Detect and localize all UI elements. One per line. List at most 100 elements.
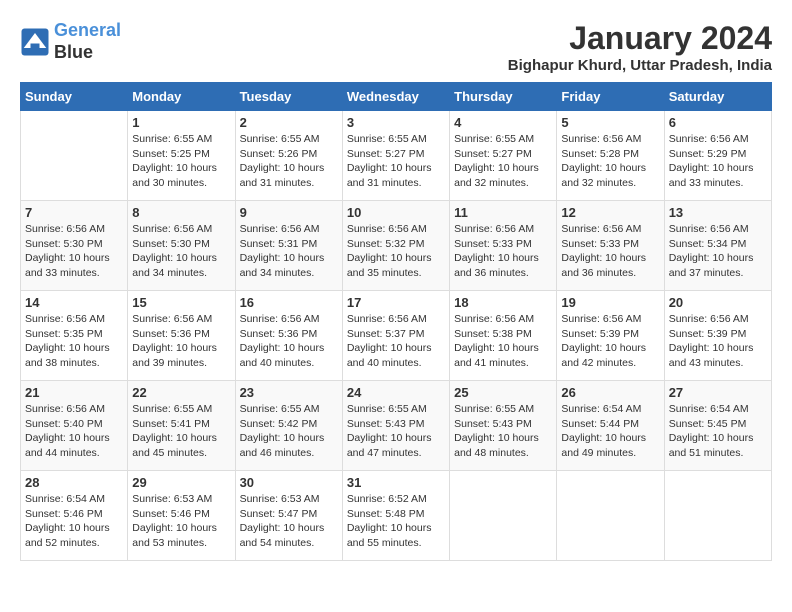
calendar-cell xyxy=(557,471,664,561)
day-number: 21 xyxy=(25,385,123,400)
day-info: Sunrise: 6:56 AM Sunset: 5:36 PM Dayligh… xyxy=(132,312,230,371)
day-info: Sunrise: 6:55 AM Sunset: 5:42 PM Dayligh… xyxy=(240,402,338,461)
day-info: Sunrise: 6:56 AM Sunset: 5:28 PM Dayligh… xyxy=(561,132,659,191)
main-title: January 2024 xyxy=(508,20,772,57)
day-number: 13 xyxy=(669,205,767,220)
header: GeneralBlue January 2024 Bighapur Khurd,… xyxy=(20,20,772,74)
day-number: 19 xyxy=(561,295,659,310)
calendar-cell: 26 Sunrise: 6:54 AM Sunset: 5:44 PM Dayli… xyxy=(557,381,664,471)
day-number: 4 xyxy=(454,115,552,130)
calendar-cell: 11Sunrise: 6:56 AM Sunset: 5:33 PM Dayli… xyxy=(450,201,557,291)
calendar-cell: 28 Sunrise: 6:54 AM Sunset: 5:46 PM Dayli… xyxy=(21,471,128,561)
calendar-cell: 18Sunrise: 6:56 AM Sunset: 5:38 PM Dayli… xyxy=(450,291,557,381)
day-number: 14 xyxy=(25,295,123,310)
calendar-cell: 29Sunrise: 6:53 AM Sunset: 5:46 PM Dayli… xyxy=(128,471,235,561)
day-number: 20 xyxy=(669,295,767,310)
day-number: 23 xyxy=(240,385,338,400)
day-info: Sunrise: 6:56 AM Sunset: 5:33 PM Dayligh… xyxy=(454,222,552,281)
day-number: 18 xyxy=(454,295,552,310)
header-friday: Friday xyxy=(557,83,664,111)
day-number: 29 xyxy=(132,475,230,490)
day-number: 12 xyxy=(561,205,659,220)
calendar-cell: 30 Sunrise: 6:53 AM Sunset: 5:47 PM Dayli… xyxy=(235,471,342,561)
calendar-cell: 17 Sunrise: 6:56 AM Sunset: 5:37 PM Dayli… xyxy=(342,291,449,381)
day-info: Sunrise: 6:56 AM Sunset: 5:40 PM Dayligh… xyxy=(25,402,123,461)
day-info: Sunrise: 6:55 AM Sunset: 5:27 PM Dayligh… xyxy=(454,132,552,191)
calendar-cell: 3 Sunrise: 6:55 AM Sunset: 5:27 PM Daylig… xyxy=(342,111,449,201)
day-number: 28 xyxy=(25,475,123,490)
day-info: Sunrise: 6:55 AM Sunset: 5:25 PM Dayligh… xyxy=(132,132,230,191)
day-number: 2 xyxy=(240,115,338,130)
day-number: 8 xyxy=(132,205,230,220)
day-info: Sunrise: 6:55 AM Sunset: 5:26 PM Dayligh… xyxy=(240,132,338,191)
day-number: 30 xyxy=(240,475,338,490)
logo-text: GeneralBlue xyxy=(54,20,121,63)
day-number: 3 xyxy=(347,115,445,130)
day-number: 26 xyxy=(561,385,659,400)
day-info: Sunrise: 6:56 AM Sunset: 5:37 PM Dayligh… xyxy=(347,312,445,371)
day-number: 27 xyxy=(669,385,767,400)
header-monday: Monday xyxy=(128,83,235,111)
day-info: Sunrise: 6:55 AM Sunset: 5:41 PM Dayligh… xyxy=(132,402,230,461)
calendar-cell: 7 Sunrise: 6:56 AM Sunset: 5:30 PM Daylig… xyxy=(21,201,128,291)
calendar-cell xyxy=(450,471,557,561)
calendar-cell: 20 Sunrise: 6:56 AM Sunset: 5:39 PM Dayli… xyxy=(664,291,771,381)
calendar-cell xyxy=(664,471,771,561)
header-tuesday: Tuesday xyxy=(235,83,342,111)
day-number: 10 xyxy=(347,205,445,220)
calendar-week-1: 1 Sunrise: 6:55 AM Sunset: 5:25 PM Daylig… xyxy=(21,111,772,201)
calendar-cell: 10 Sunrise: 6:56 AM Sunset: 5:32 PM Dayli… xyxy=(342,201,449,291)
calendar-cell: 2 Sunrise: 6:55 AM Sunset: 5:26 PM Daylig… xyxy=(235,111,342,201)
day-info: Sunrise: 6:56 AM Sunset: 5:39 PM Dayligh… xyxy=(561,312,659,371)
day-number: 16 xyxy=(240,295,338,310)
calendar-cell: 19 Sunrise: 6:56 AM Sunset: 5:39 PM Dayli… xyxy=(557,291,664,381)
calendar-week-4: 21 Sunrise: 6:56 AM Sunset: 5:40 PM Dayli… xyxy=(21,381,772,471)
day-number: 25 xyxy=(454,385,552,400)
header-thursday: Thursday xyxy=(450,83,557,111)
calendar-cell xyxy=(21,111,128,201)
day-info: Sunrise: 6:54 AM Sunset: 5:44 PM Dayligh… xyxy=(561,402,659,461)
calendar-header-row: SundayMondayTuesdayWednesdayThursdayFrid… xyxy=(21,83,772,111)
calendar-cell: 13 Sunrise: 6:56 AM Sunset: 5:34 PM Dayli… xyxy=(664,201,771,291)
calendar-week-3: 14 Sunrise: 6:56 AM Sunset: 5:35 PM Dayli… xyxy=(21,291,772,381)
calendar-cell: 9 Sunrise: 6:56 AM Sunset: 5:31 PM Daylig… xyxy=(235,201,342,291)
day-info: Sunrise: 6:56 AM Sunset: 5:32 PM Dayligh… xyxy=(347,222,445,281)
day-info: Sunrise: 6:56 AM Sunset: 5:29 PM Dayligh… xyxy=(669,132,767,191)
day-number: 6 xyxy=(669,115,767,130)
day-info: Sunrise: 6:55 AM Sunset: 5:43 PM Dayligh… xyxy=(347,402,445,461)
day-info: Sunrise: 6:56 AM Sunset: 5:31 PM Dayligh… xyxy=(240,222,338,281)
calendar-cell: 4 Sunrise: 6:55 AM Sunset: 5:27 PM Daylig… xyxy=(450,111,557,201)
calendar-cell: 27Sunrise: 6:54 AM Sunset: 5:45 PM Dayli… xyxy=(664,381,771,471)
day-number: 1 xyxy=(132,115,230,130)
day-info: Sunrise: 6:56 AM Sunset: 5:34 PM Dayligh… xyxy=(669,222,767,281)
day-info: Sunrise: 6:56 AM Sunset: 5:30 PM Dayligh… xyxy=(25,222,123,281)
day-info: Sunrise: 6:53 AM Sunset: 5:47 PM Dayligh… xyxy=(240,492,338,551)
subtitle: Bighapur Khurd, Uttar Pradesh, India xyxy=(508,57,772,74)
day-number: 7 xyxy=(25,205,123,220)
calendar-cell: 22 Sunrise: 6:55 AM Sunset: 5:41 PM Dayli… xyxy=(128,381,235,471)
day-number: 9 xyxy=(240,205,338,220)
day-info: Sunrise: 6:56 AM Sunset: 5:36 PM Dayligh… xyxy=(240,312,338,371)
day-info: Sunrise: 6:56 AM Sunset: 5:35 PM Dayligh… xyxy=(25,312,123,371)
calendar-cell: 12Sunrise: 6:56 AM Sunset: 5:33 PM Dayli… xyxy=(557,201,664,291)
header-sunday: Sunday xyxy=(21,83,128,111)
day-info: Sunrise: 6:55 AM Sunset: 5:27 PM Dayligh… xyxy=(347,132,445,191)
day-number: 22 xyxy=(132,385,230,400)
day-info: Sunrise: 6:52 AM Sunset: 5:48 PM Dayligh… xyxy=(347,492,445,551)
day-number: 31 xyxy=(347,475,445,490)
header-wednesday: Wednesday xyxy=(342,83,449,111)
day-info: Sunrise: 6:54 AM Sunset: 5:46 PM Dayligh… xyxy=(25,492,123,551)
calendar-cell: 24Sunrise: 6:55 AM Sunset: 5:43 PM Dayli… xyxy=(342,381,449,471)
day-number: 17 xyxy=(347,295,445,310)
day-info: Sunrise: 6:56 AM Sunset: 5:30 PM Dayligh… xyxy=(132,222,230,281)
logo: GeneralBlue xyxy=(20,20,121,63)
day-number: 5 xyxy=(561,115,659,130)
calendar-cell: 25Sunrise: 6:55 AM Sunset: 5:43 PM Dayli… xyxy=(450,381,557,471)
calendar-cell: 5 Sunrise: 6:56 AM Sunset: 5:28 PM Daylig… xyxy=(557,111,664,201)
calendar-cell: 31 Sunrise: 6:52 AM Sunset: 5:48 PM Dayli… xyxy=(342,471,449,561)
day-info: Sunrise: 6:56 AM Sunset: 5:39 PM Dayligh… xyxy=(669,312,767,371)
calendar-cell: 15Sunrise: 6:56 AM Sunset: 5:36 PM Dayli… xyxy=(128,291,235,381)
calendar-cell: 16 Sunrise: 6:56 AM Sunset: 5:36 PM Dayli… xyxy=(235,291,342,381)
calendar-table: SundayMondayTuesdayWednesdayThursdayFrid… xyxy=(20,82,772,561)
calendar-cell: 8 Sunrise: 6:56 AM Sunset: 5:30 PM Daylig… xyxy=(128,201,235,291)
